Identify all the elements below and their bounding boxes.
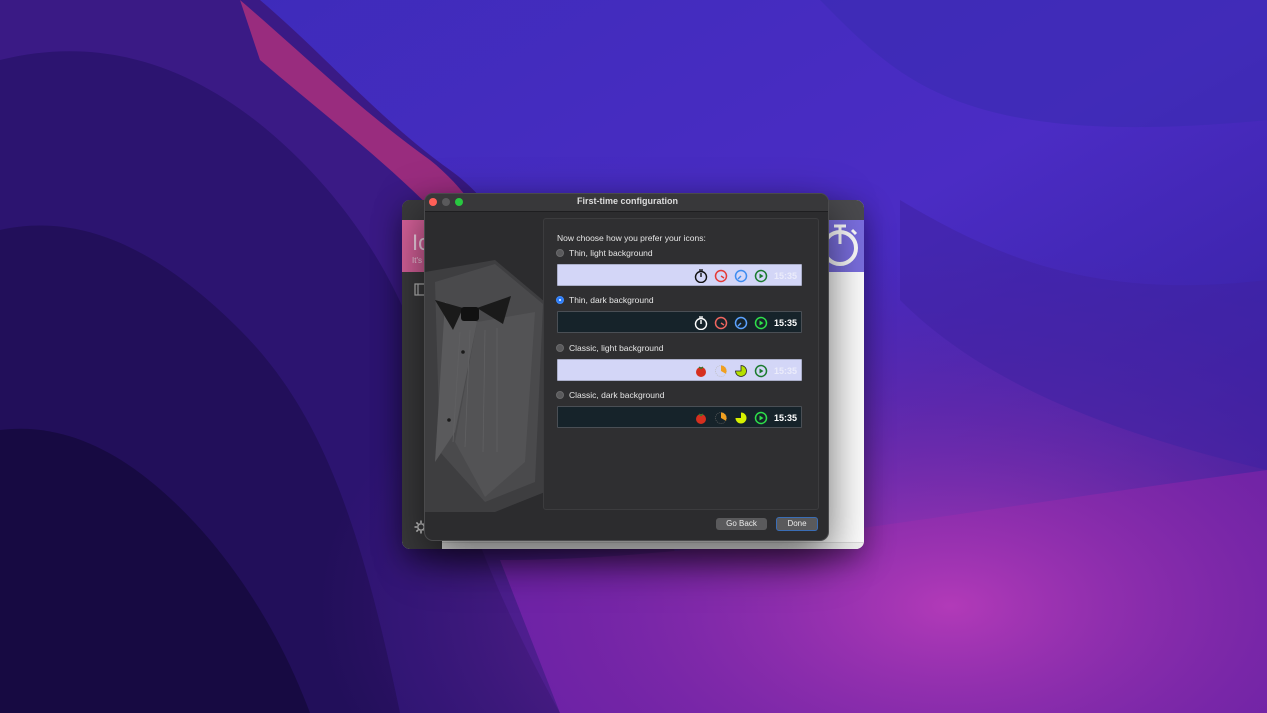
preview-clock: 15:35 [773,271,797,281]
option-thin-dark[interactable]: Thin, dark background [556,294,654,306]
icon-style-panel: Now choose how you prefer your icons: Th… [543,218,819,510]
preview-thin-light[interactable]: 15:35 [557,264,802,286]
done-button[interactable]: Done [776,517,818,531]
timer-red-icon [714,269,728,283]
tuxedo-illustration [425,212,545,512]
play-green-icon [754,364,768,378]
first-time-config-dialog: First-time configuration Now choose how … [424,193,829,541]
background-window-footer [442,542,864,549]
option-label: Classic, light background [569,343,664,353]
go-back-button[interactable]: Go Back [716,518,767,530]
preview-classic-light[interactable]: 15:35 [557,359,802,381]
play-green-icon [754,411,768,425]
option-label: Thin, light background [569,248,653,258]
timer-red-icon [714,316,728,330]
dialog-title: First-time configuration [577,196,678,206]
play-green-icon [754,316,768,330]
timer-blue-icon [734,269,748,283]
pie-orange-icon [715,412,727,424]
preview-thin-dark[interactable]: 15:35 [557,311,802,333]
option-label: Classic, dark background [569,390,665,400]
play-green-icon [754,269,768,283]
preview-clock: 15:35 [773,318,797,328]
background-window-subtitle: It's [412,256,422,265]
option-label: Thin, dark background [569,295,654,305]
pie-orange-icon [715,365,727,377]
option-classic-dark[interactable]: Classic, dark background [556,389,664,401]
radio-classic-light[interactable] [556,344,564,352]
radio-thin-light[interactable] [556,249,564,257]
radio-classic-dark[interactable] [556,391,564,399]
preview-clock: 15:35 [773,413,797,423]
radio-thin-dark[interactable] [556,296,564,304]
tomato-icon [695,413,706,424]
stopwatch-icon [694,316,708,330]
preview-classic-dark[interactable]: 15:35 [557,406,802,428]
pie-yellow-icon [735,365,747,377]
pie-yellow-icon [735,412,747,424]
option-classic-light[interactable]: Classic, light background [556,342,664,354]
stopwatch-icon [694,269,708,283]
dialog-titlebar: First-time configuration [425,194,828,212]
timer-blue-icon [734,316,748,330]
tomato-icon [695,366,706,377]
icon-style-prompt: Now choose how you prefer your icons: [557,233,706,243]
option-thin-light[interactable]: Thin, light background [556,247,653,259]
preview-clock: 15:35 [773,366,797,376]
